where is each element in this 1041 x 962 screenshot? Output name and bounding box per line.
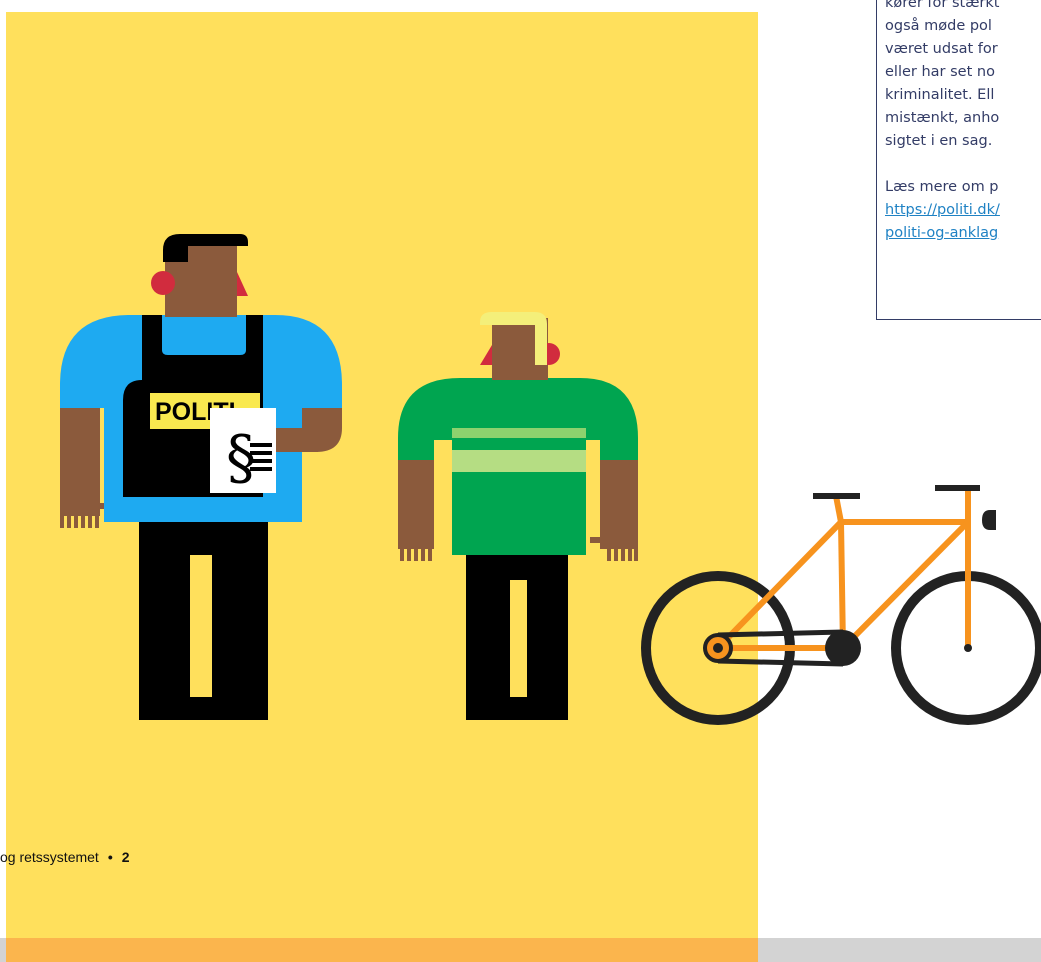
police-officer-figure: POLITI § — [60, 234, 342, 720]
shirt-stripe-wide — [452, 450, 586, 472]
legs-gap — [190, 555, 212, 697]
bicycle-lamp — [982, 510, 996, 530]
illustration-scene: POLITI § — [60, 234, 1041, 725]
bicycle — [641, 485, 1041, 725]
civilian-right-hand — [600, 543, 638, 561]
civilian-ear-left — [480, 345, 492, 365]
bicycle-chainring — [825, 630, 861, 666]
civilian-right-arm — [600, 455, 638, 545]
shirt-stripe — [452, 428, 586, 438]
bicycle-handlebar — [935, 485, 980, 491]
page-number: 2 — [121, 849, 130, 865]
page-footer: og retssystemet • 2 — [0, 849, 130, 865]
civilian-left-hand — [398, 543, 434, 561]
footer-text: og retssystemet — [0, 849, 99, 865]
police-ear — [151, 271, 175, 295]
footer-bullet: • — [107, 849, 113, 865]
police-ear-right — [237, 272, 248, 296]
paragraph-symbol: § — [226, 423, 256, 493]
civilian-left-arm — [398, 455, 434, 545]
bicycle-seat — [813, 493, 860, 499]
bicycle-front-hub — [964, 644, 972, 652]
police-left-arm — [60, 405, 100, 510]
police-right-hand — [276, 428, 318, 452]
civilian-figure — [398, 312, 638, 720]
bicycle-frame — [715, 488, 971, 651]
police-left-hand — [60, 508, 100, 528]
